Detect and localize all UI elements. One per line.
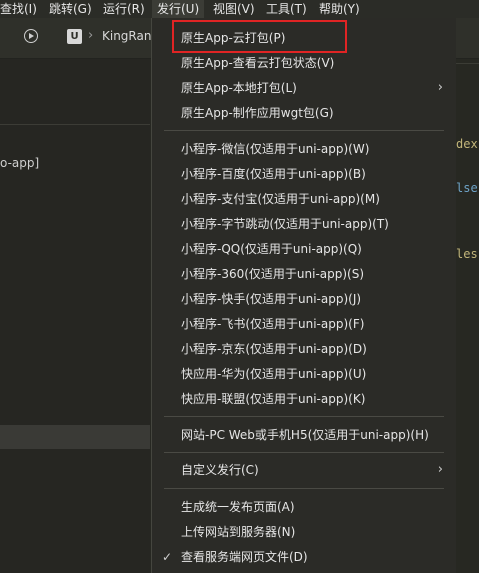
menu-item-app-wgt[interactable]: 原生App-制作应用wgt包(G) (152, 102, 456, 124)
publish-menu: 原生App-云打包(P) 原生App-查看云打包状态(V) 原生App-本地打包… (151, 18, 456, 573)
panel-divider (0, 124, 150, 125)
menu-item-view-server-files[interactable]: ✓ 查看服务端网页文件(D) (152, 546, 456, 568)
menu-goto[interactable]: 跳转(G) (49, 0, 92, 18)
selected-row[interactable] (0, 425, 150, 449)
editor-line (455, 63, 479, 64)
menu-separator (164, 416, 444, 417)
chevron-right-icon: › (437, 462, 443, 477)
code-snippet: les (456, 247, 478, 261)
menu-bar: 查找(I) 跳转(G) 运行(R) 发行(U) 视图(V) 工具(T) 帮助(Y… (0, 0, 479, 18)
menu-item-generate-publish-page[interactable]: 生成统一发布页面(A) (152, 496, 456, 518)
code-editor[interactable]: dex lse les (455, 59, 479, 573)
chevron-right-icon: › (437, 80, 443, 95)
menu-item-quickapp-huawei[interactable]: 快应用-华为(仅适用于uni-app)(U) (152, 363, 456, 385)
menu-separator (164, 130, 444, 131)
menu-separator (164, 488, 444, 489)
code-snippet: lse (456, 181, 478, 195)
chevron-right-icon: › (88, 28, 94, 43)
menu-item-app-cloud-status[interactable]: 原生App-查看云打包状态(V) (152, 52, 456, 74)
menu-item-mp-lark[interactable]: 小程序-飞书(仅适用于uni-app)(F) (152, 313, 456, 335)
breadcrumb[interactable]: KingRan (102, 29, 151, 43)
menu-item-custom-publish[interactable]: 自定义发行(C) › (152, 459, 456, 481)
project-label[interactable]: o-app] (0, 156, 39, 170)
menu-item-mp-360[interactable]: 小程序-360(仅适用于uni-app)(S) (152, 263, 456, 285)
menu-item-app-local-pack[interactable]: 原生App-本地打包(L) › (152, 77, 456, 99)
menu-separator (164, 452, 444, 453)
menu-find[interactable]: 查找(I) (0, 0, 37, 18)
menu-view[interactable]: 视图(V) (213, 0, 255, 18)
menu-help[interactable]: 帮助(Y) (319, 0, 360, 18)
project-badge-icon: U (67, 29, 82, 44)
code-snippet: dex (456, 137, 478, 151)
menu-publish[interactable]: 发行(U) (152, 0, 205, 18)
menu-item-mp-kuaishou[interactable]: 小程序-快手(仅适用于uni-app)(J) (152, 288, 456, 310)
menu-item-mp-toutiao[interactable]: 小程序-字节跳动(仅适用于uni-app)(T) (152, 213, 456, 235)
menu-tools[interactable]: 工具(T) (266, 0, 307, 18)
run-icon[interactable] (24, 29, 38, 43)
menu-item-mp-weixin[interactable]: 小程序-微信(仅适用于uni-app)(W) (152, 138, 456, 160)
highlight-box (172, 20, 347, 53)
menu-item-upload-site[interactable]: 上传网站到服务器(N) (152, 521, 456, 543)
checkmark-icon: ✓ (162, 550, 173, 564)
menu-item-mp-jd[interactable]: 小程序-京东(仅适用于uni-app)(D) (152, 338, 456, 360)
menu-item-mp-alipay[interactable]: 小程序-支付宝(仅适用于uni-app)(M) (152, 188, 456, 210)
menu-item-mp-qq[interactable]: 小程序-QQ(仅适用于uni-app)(Q) (152, 238, 456, 260)
menu-item-mp-baidu[interactable]: 小程序-百度(仅适用于uni-app)(B) (152, 163, 456, 185)
menu-run[interactable]: 运行(R) (103, 0, 145, 18)
menu-item-quickapp-union[interactable]: 快应用-联盟(仅适用于uni-app)(K) (152, 388, 456, 410)
project-panel: o-app] (0, 59, 150, 573)
menu-item-web-h5[interactable]: 网站-PC Web或手机H5(仅适用于uni-app)(H) (152, 424, 456, 446)
